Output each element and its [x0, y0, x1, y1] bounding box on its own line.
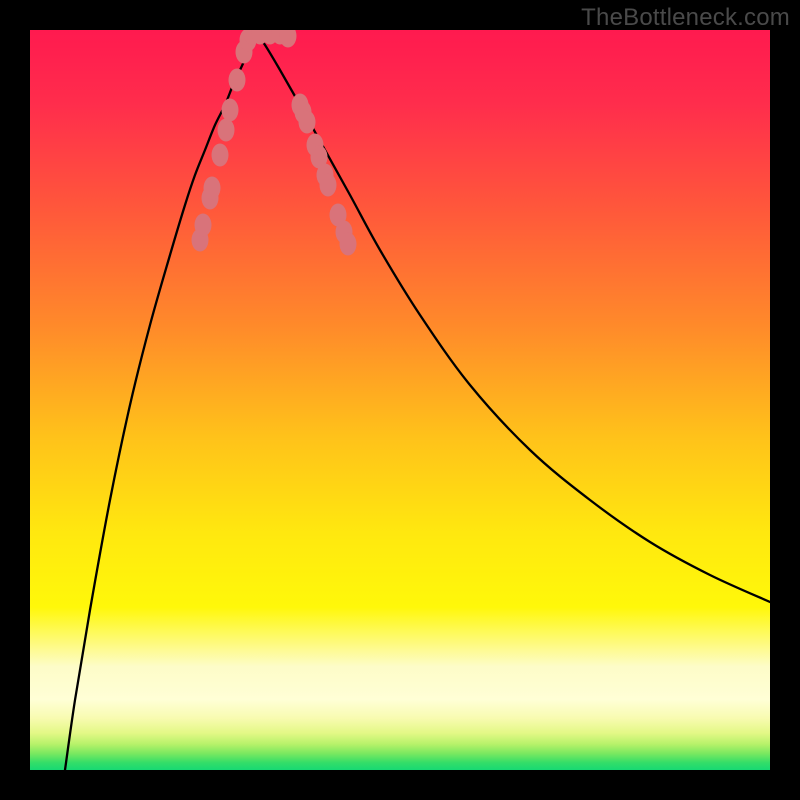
data-marker-right	[340, 233, 357, 256]
data-marker-left	[204, 177, 221, 200]
markers-layer	[30, 30, 770, 770]
data-marker-bottom	[280, 30, 297, 48]
chart-frame: TheBottleneck.com	[0, 0, 800, 800]
data-marker-right	[320, 174, 337, 197]
data-marker-left	[212, 144, 229, 167]
data-marker-right	[299, 111, 316, 134]
data-marker-left	[218, 119, 235, 142]
plot-area	[30, 30, 770, 770]
data-marker-left	[229, 69, 246, 92]
data-marker-left	[222, 99, 239, 122]
watermark-text: TheBottleneck.com	[581, 4, 790, 32]
data-marker-left	[195, 214, 212, 237]
